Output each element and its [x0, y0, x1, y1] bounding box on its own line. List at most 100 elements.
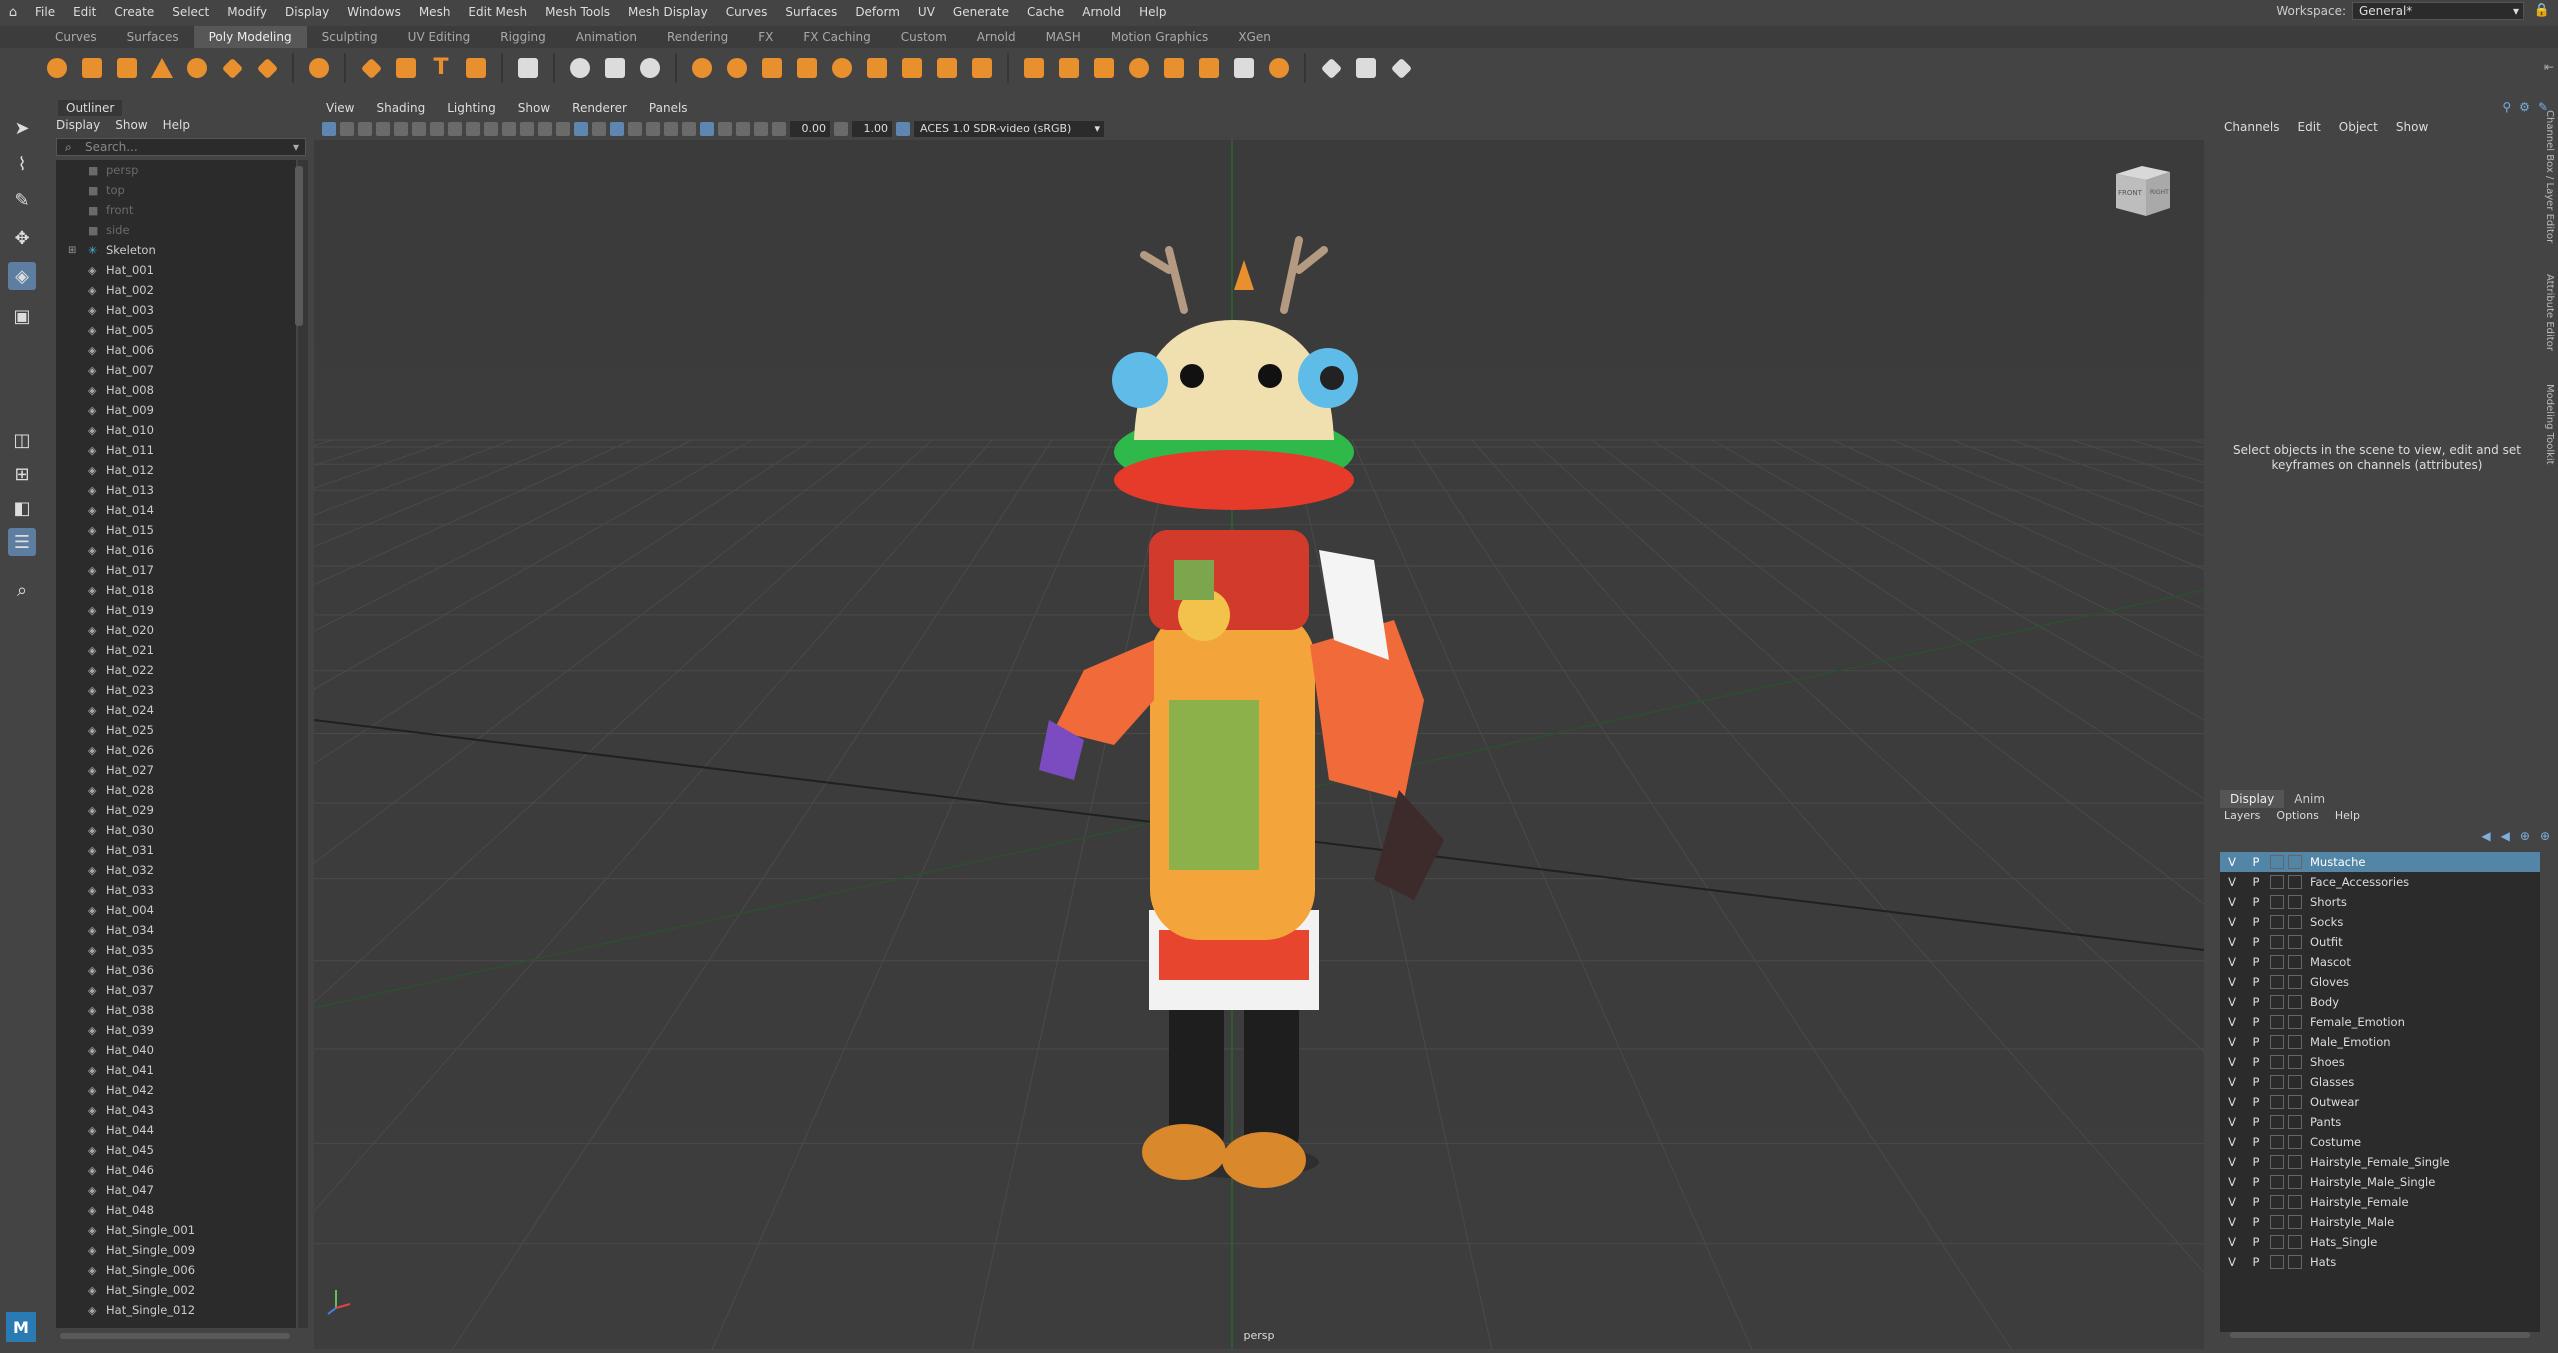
- outliner-item[interactable]: ◈ Hat_043: [56, 1100, 296, 1120]
- outliner-item[interactable]: ◈ Hat_002: [56, 280, 296, 300]
- layer-playback-toggle[interactable]: P: [2244, 875, 2268, 889]
- layer-color-swatch[interactable]: [2288, 1175, 2302, 1189]
- layer-color-swatch[interactable]: [2288, 1035, 2302, 1049]
- outliner-item[interactable]: ◈ Hat_013: [56, 480, 296, 500]
- persp-outliner-icon[interactable]: ◧: [8, 494, 36, 522]
- poly-cone-icon[interactable]: [149, 55, 175, 81]
- outliner-item[interactable]: ◈ Hat_014: [56, 500, 296, 520]
- outliner-item[interactable]: ◈ Hat_012: [56, 460, 296, 480]
- outliner-item[interactable]: ◈ Hat_Single_001: [56, 1220, 296, 1240]
- layer-display-type-toggle[interactable]: [2270, 1115, 2284, 1129]
- outliner-item[interactable]: ◈ Hat_006: [56, 340, 296, 360]
- layer-color-swatch[interactable]: [2288, 915, 2302, 929]
- outliner-item[interactable]: ◈ Hat_036: [56, 960, 296, 980]
- rotate-tool-icon[interactable]: ◈: [8, 262, 36, 290]
- outliner-hscroll-thumb[interactable]: [60, 1333, 290, 1339]
- layer-menu-help[interactable]: Help: [2335, 809, 2360, 822]
- 2d-pan-zoom-icon[interactable]: [394, 122, 408, 136]
- shelf-tab-curves[interactable]: Curves: [40, 26, 112, 48]
- outliner-scrollbar[interactable]: [298, 160, 308, 1328]
- layer-visibility-toggle[interactable]: V: [2220, 955, 2244, 969]
- viewport-menu-lighting[interactable]: Lighting: [447, 101, 496, 115]
- layer-row[interactable]: V P Hats_Single: [2220, 1232, 2540, 1252]
- chamfer-icon[interactable]: [1196, 55, 1222, 81]
- shelf-tab-uv-editing[interactable]: UV Editing: [393, 26, 486, 48]
- menu-deform[interactable]: Deform: [846, 5, 909, 19]
- outliner-layout-icon[interactable]: ☰: [8, 528, 36, 556]
- layer-visibility-toggle[interactable]: V: [2220, 1115, 2244, 1129]
- viewport-menu-shading[interactable]: Shading: [376, 101, 425, 115]
- layer-color-swatch[interactable]: [2288, 1095, 2302, 1109]
- layer-visibility-toggle[interactable]: V: [2220, 855, 2244, 869]
- layer-hscroll-thumb[interactable]: [2230, 1332, 2530, 1338]
- outliner-item[interactable]: ◈ Hat_004: [56, 900, 296, 920]
- layer-playback-toggle[interactable]: P: [2244, 1215, 2268, 1229]
- separate-icon[interactable]: [602, 55, 628, 81]
- layer-display-type-toggle[interactable]: [2270, 895, 2284, 909]
- layer-visibility-toggle[interactable]: V: [2220, 1155, 2244, 1169]
- poke-icon[interactable]: [1126, 55, 1152, 81]
- layer-row[interactable]: V P Hats: [2220, 1252, 2540, 1272]
- outliner-item[interactable]: ◈ Hat_037: [56, 980, 296, 1000]
- layer-playback-toggle[interactable]: P: [2244, 1255, 2268, 1269]
- outliner-item[interactable]: ◈ Hat_024: [56, 700, 296, 720]
- layer-menu-layers[interactable]: Layers: [2224, 809, 2260, 822]
- layer-color-swatch[interactable]: [2288, 955, 2302, 969]
- view-cube[interactable]: FRONT RIGHT: [2112, 162, 2174, 218]
- layer-color-swatch[interactable]: [2288, 855, 2302, 869]
- outliner-item[interactable]: ◈ Hat_Single_006: [56, 1260, 296, 1280]
- layer-display-type-toggle[interactable]: [2270, 915, 2284, 929]
- four-view-icon[interactable]: ⊞: [8, 460, 36, 488]
- layer-visibility-toggle[interactable]: V: [2220, 1015, 2244, 1029]
- layer-display-type-toggle[interactable]: [2270, 935, 2284, 949]
- select-camera-icon[interactable]: [322, 122, 336, 136]
- outliner-item[interactable]: ■ front: [56, 200, 296, 220]
- weld-icon[interactable]: [1266, 55, 1292, 81]
- layer-row[interactable]: V P Glasses: [2220, 1072, 2540, 1092]
- layer-display-type-toggle[interactable]: [2270, 1155, 2284, 1169]
- expand-icon[interactable]: ⊞: [68, 245, 78, 256]
- menu-mesh-tools[interactable]: Mesh Tools: [536, 5, 619, 19]
- outliner-item[interactable]: ◈ Hat_039: [56, 1020, 296, 1040]
- layer-display-type-toggle[interactable]: [2270, 855, 2284, 869]
- layer-color-swatch[interactable]: [2288, 1015, 2302, 1029]
- grid-toggle-icon[interactable]: [430, 122, 444, 136]
- layer-visibility-toggle[interactable]: V: [2220, 1215, 2244, 1229]
- layer-visibility-toggle[interactable]: V: [2220, 1175, 2244, 1189]
- outliner-item[interactable]: ■ persp: [56, 160, 296, 180]
- layer-color-swatch[interactable]: [2288, 1255, 2302, 1269]
- mirror-icon[interactable]: [759, 55, 785, 81]
- default-material-icon[interactable]: [592, 122, 606, 136]
- outliner-item[interactable]: ◈ Hat_015: [56, 520, 296, 540]
- layer-row[interactable]: V P Male_Emotion: [2220, 1032, 2540, 1052]
- layer-row[interactable]: V P Body: [2220, 992, 2540, 1012]
- channel-box-icon[interactable]: ⚲: [2502, 100, 2511, 114]
- svg-tool-icon[interactable]: [463, 55, 489, 81]
- layer-visibility-toggle[interactable]: V: [2220, 1075, 2244, 1089]
- bridge-icon[interactable]: [1056, 55, 1082, 81]
- layer-visibility-toggle[interactable]: V: [2220, 975, 2244, 989]
- paint-select-icon[interactable]: ✎: [8, 186, 36, 214]
- layer-display-type-toggle[interactable]: [2270, 975, 2284, 989]
- safe-action-icon[interactable]: [520, 122, 534, 136]
- layer-visibility-toggle[interactable]: V: [2220, 915, 2244, 929]
- shelf-tab-surfaces[interactable]: Surfaces: [112, 26, 194, 48]
- outliner-item[interactable]: ◈ Hat_029: [56, 800, 296, 820]
- layer-row[interactable]: V P Face_Accessories: [2220, 872, 2540, 892]
- channel-menu-object[interactable]: Object: [2339, 120, 2378, 134]
- outliner-item[interactable]: ◈ Hat_032: [56, 860, 296, 880]
- outliner-item[interactable]: ◈ Hat_018: [56, 580, 296, 600]
- layer-color-swatch[interactable]: [2288, 875, 2302, 889]
- outliner-item[interactable]: ◈ Hat_017: [56, 560, 296, 580]
- layer-playback-toggle[interactable]: P: [2244, 855, 2268, 869]
- scale-tool-icon[interactable]: ▣: [8, 302, 36, 330]
- layer-display-type-toggle[interactable]: [2270, 1255, 2284, 1269]
- outliner-item[interactable]: ◈ Hat_011: [56, 440, 296, 460]
- menu-file[interactable]: File: [26, 5, 64, 19]
- 3d-scene-view[interactable]: FRONT RIGHT: [0, 98, 2558, 1351]
- outliner-item[interactable]: ◈ Hat_048: [56, 1200, 296, 1220]
- layer-row[interactable]: V P Female_Emotion: [2220, 1012, 2540, 1032]
- layer-display-type-toggle[interactable]: [2270, 875, 2284, 889]
- menu-edit-mesh[interactable]: Edit Mesh: [459, 5, 536, 19]
- shelf-tab-custom[interactable]: Custom: [886, 26, 962, 48]
